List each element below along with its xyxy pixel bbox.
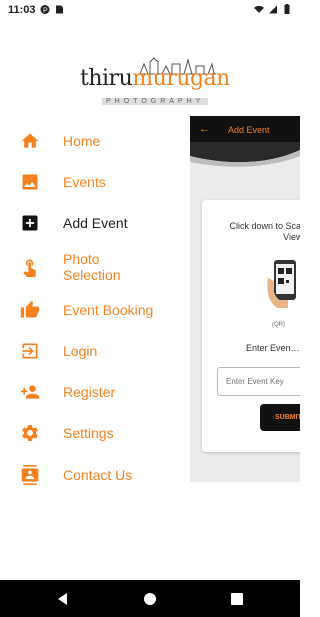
menu-item-photo-selection[interactable]: Photo Selection — [0, 247, 190, 287]
contact-card-icon — [21, 465, 39, 485]
menu-item-register[interactable]: Register — [0, 374, 190, 410]
person-add-icon — [20, 385, 40, 399]
sd-card-icon — [56, 5, 63, 14]
recents-nav-icon[interactable] — [229, 591, 245, 607]
qr-caption: (QR) — [272, 322, 285, 328]
event-screen-title: Add Event — [228, 125, 270, 135]
add-event-screen: ← Add Event Click down to Sca… to View E… — [190, 116, 300, 482]
menu-item-label: Add Event — [63, 215, 128, 231]
image-icon — [22, 174, 38, 190]
menu-item-label: Settings — [63, 425, 114, 441]
header-swoosh-decoration — [190, 142, 300, 167]
system-status-icons — [254, 4, 292, 15]
menu-item-add-event[interactable]: Add Event — [0, 205, 190, 241]
menu-item-label: Event Booking — [63, 302, 154, 318]
logo-wordmark-part1: thiru — [80, 66, 133, 91]
status-bar: 11:03 P — [0, 0, 300, 20]
notification-icons: P — [40, 4, 64, 15]
system-navigation-bar — [0, 580, 300, 617]
menu-item-label: Events — [63, 174, 106, 190]
menu-item-label: Home — [63, 133, 101, 149]
back-nav-icon[interactable] — [55, 591, 71, 607]
enter-event-label: Enter Even… — [246, 343, 300, 353]
signal-icon — [269, 5, 277, 14]
battery-icon — [284, 4, 290, 14]
app-notification-icon: P — [40, 5, 50, 15]
home-nav-icon[interactable] — [142, 591, 158, 607]
thirumurugan-logo: thirumurugan PHOTOGRAPHY — [80, 56, 230, 106]
qr-scan-illustration — [267, 260, 296, 308]
menu-item-contact-us[interactable]: Contact Us — [0, 457, 190, 493]
menu-item-label: Photo Selection — [63, 251, 121, 283]
add-box-icon — [22, 215, 38, 231]
logo-wordmark: thirumurugan — [80, 66, 230, 91]
gear-icon — [22, 424, 38, 442]
wifi-icon — [254, 5, 264, 13]
event-form-card: Click down to Sca… to View E… (QR) Enter… — [202, 200, 300, 452]
logo-wordmark-part2: murugan — [132, 66, 230, 91]
menu-item-label: Login — [63, 343, 98, 359]
touch-icon — [23, 259, 36, 277]
menu-item-settings[interactable]: Settings — [0, 415, 190, 451]
logo-subtitle: PHOTOGRAPHY — [102, 98, 209, 105]
thumbs-up-icon — [20, 300, 40, 318]
status-time: 11:03 — [8, 4, 36, 16]
login-icon — [22, 343, 38, 359]
event-key-input[interactable] — [217, 367, 300, 396]
event-app-bar: ← Add Event — [190, 116, 300, 144]
back-arrow-icon[interactable]: ← — [199, 123, 210, 135]
menu-item-event-booking[interactable]: Event Booking — [0, 292, 190, 328]
menu-item-events[interactable]: Events — [0, 164, 190, 200]
menu-item-login[interactable]: Login — [0, 333, 190, 369]
svg-text:P: P — [43, 8, 48, 15]
scan-instruction-text: Click down to Sca… to View E… — [229, 221, 300, 242]
menu-item-label: Contact Us — [63, 467, 133, 483]
menu-item-home[interactable]: Home — [0, 123, 190, 159]
menu-item-label: Register — [63, 384, 116, 400]
home-icon — [21, 133, 39, 148]
submit-button[interactable]: SUBMIT — [260, 404, 300, 431]
